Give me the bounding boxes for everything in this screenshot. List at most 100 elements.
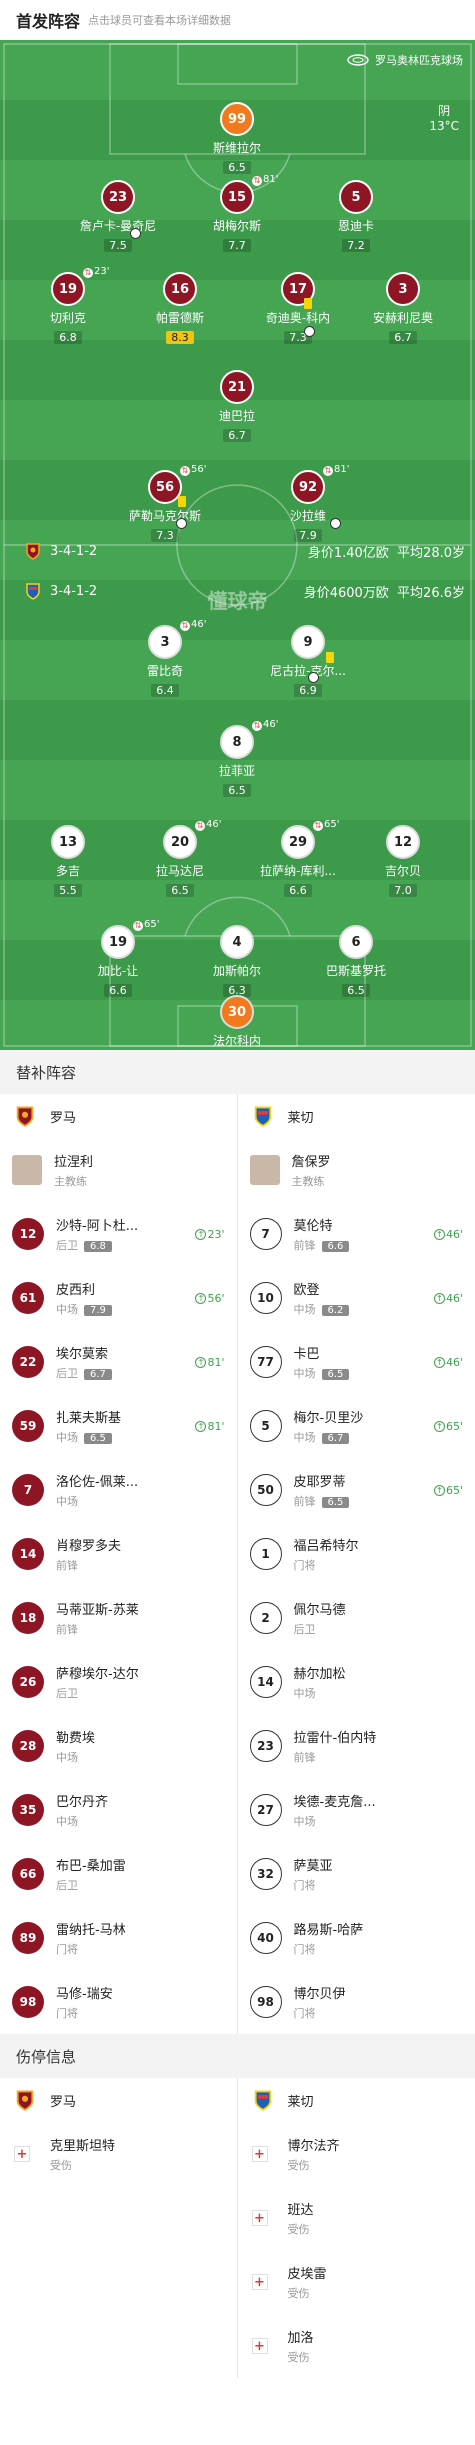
sub-player-row[interactable]: 61 皮西利 中场 7.9 ↑ 56' [0, 1266, 237, 1330]
player-rating: 6.6 [104, 984, 132, 997]
lecce-logo-icon [26, 583, 40, 600]
home-player[interactable]: 16 帕雷德斯 8.3 [125, 272, 235, 345]
sub-player-row[interactable]: 22 埃尔莫索 后卫 6.7 ↑ 81' [0, 1330, 237, 1394]
injury-teams-header: 罗马 莱切 [0, 2078, 475, 2122]
away-player[interactable]: 8 拉菲亚 6.5 ⇅ 46' [182, 719, 292, 798]
player-rating: 6.5 [223, 784, 251, 797]
home-player[interactable]: 15 胡梅尔斯 7.7 ⇅ 81' [182, 174, 292, 253]
substitution-time: ⇅ 81' [252, 174, 278, 186]
player-position: 门将 [294, 2005, 346, 2021]
away-coach[interactable]: 詹保罗 主教练 [238, 1138, 475, 1202]
home-coach[interactable]: 拉涅利 主教练 [0, 1138, 237, 1202]
sub-player-row[interactable]: 40 路易斯-哈萨 门将 [238, 1906, 475, 1970]
injury-row[interactable]: + 克里斯坦特 受伤 [0, 2122, 237, 2186]
sub-player-row[interactable]: 77 卡巴 中场 6.5 ↑ 46' [238, 1330, 475, 1394]
home-player[interactable]: 92 沙拉维 7.9 ⇅ 81' [253, 464, 363, 543]
player-number: 3 [148, 625, 182, 659]
player-name: 切利克 [49, 311, 86, 325]
sub-player-row[interactable]: 7 洛伦佐-佩莱... 中场 [0, 1458, 237, 1522]
home-player[interactable]: 17 奇迪奥-科内 7.3 [243, 272, 353, 345]
away-player[interactable]: 19 加比-让 6.6 ⇅ 65' [63, 919, 173, 998]
substitution-in: ↑ 81' [195, 1355, 225, 1369]
player-rating: 7.5 [104, 239, 132, 252]
sub-player-row[interactable]: 28 勒费埃 中场 [0, 1714, 237, 1778]
home-player[interactable]: 21 迪巴拉 6.7 [182, 370, 292, 443]
sub-player-row[interactable]: 66 布巴-桑加雷 后卫 [0, 1842, 237, 1906]
injury-row[interactable]: + 博尔法齐 受伤 [238, 2122, 475, 2186]
home-player[interactable]: 3 安赫利尼奥 6.7 [348, 272, 458, 345]
injury-status: 受伤 [287, 2351, 310, 2364]
away-player[interactable]: 20 拉马达尼 6.5 ⇅ 46' [125, 819, 235, 898]
player-name: 路易斯-哈萨 [293, 1923, 364, 1938]
sub-player-row[interactable]: 7 莫伦特 前锋 6.6 ↑ 46' [238, 1202, 475, 1266]
injury-row[interactable]: + 皮埃雷 受伤 [238, 2250, 475, 2314]
player-position: 后卫 [294, 1621, 346, 1637]
away-value-age: 身价4600万欧 平均26.6岁 [304, 582, 465, 601]
away-player[interactable]: 3 雷比奇 6.4 ⇅ 46' [110, 619, 220, 698]
sub-player-row[interactable]: 98 马修-瑞安 门将 [0, 1970, 237, 2034]
sub-player-row[interactable]: 23 拉雷什-伯内特 前锋 [238, 1714, 475, 1778]
sub-minute: 65' [324, 819, 340, 830]
sub-player-row[interactable]: 12 沙特-阿卜杜... 后卫 6.8 ↑ 23' [0, 1202, 237, 1266]
position-label: 门将 [56, 2007, 78, 2020]
sub-player-row[interactable]: 14 肖穆罗多夫 前锋 [0, 1522, 237, 1586]
sub-player-row[interactable]: 59 扎莱夫斯基 中场 6.5 ↑ 81' [0, 1394, 237, 1458]
lineup-title: 首发阵容 [16, 12, 81, 31]
home-player[interactable]: 99 斯维拉尔 6.5 [182, 102, 292, 175]
player-number: 30 [220, 995, 254, 1029]
injury-row[interactable]: + 加洛 受伤 [238, 2314, 475, 2378]
sub-player-row[interactable]: 98 博尔贝伊 门将 [238, 1970, 475, 2034]
away-player[interactable]: 6 巴斯基罗托 6.5 [301, 925, 411, 998]
coach-avatar [12, 1155, 42, 1185]
away-team-header[interactable]: 莱切 [238, 1094, 475, 1138]
player-name: 埃德-麦克詹... [293, 1795, 376, 1810]
away-player[interactable]: 12 吉尔贝 7.0 [348, 825, 458, 898]
home-player[interactable]: 23 詹卢卡-曼奇尼 7.5 [63, 180, 173, 253]
away-formation: 3-4-1-2 [50, 583, 98, 599]
sub-player-row[interactable]: 14 赫尔加松 中场 [238, 1650, 475, 1714]
sub-player-row[interactable]: 50 皮耶罗蒂 前锋 6.5 ↑ 65' [238, 1458, 475, 1522]
away-player[interactable]: 4 加斯帕尔 6.3 [182, 925, 292, 998]
away-team-header[interactable]: 莱切 [238, 2078, 475, 2122]
sub-minute: 46' [445, 1227, 463, 1241]
home-player[interactable]: 19 切利克 6.8 ⇅ 23' [13, 266, 123, 345]
weather-temp: 13°C [429, 119, 459, 133]
lecce-logo-icon [254, 2090, 271, 2111]
sub-player-row[interactable]: 1 福吕希特尔 门将 [238, 1522, 475, 1586]
player-info: 沙特-阿卜杜... 后卫 6.8 [56, 1215, 138, 1253]
yellow-card-icon [178, 496, 186, 507]
player-position: 门将 [294, 1877, 333, 1893]
sub-player-row[interactable]: 5 梅尔-贝里沙 中场 6.7 ↑ 65' [238, 1394, 475, 1458]
sub-player-row[interactable]: 27 埃德-麦克詹... 中场 [238, 1778, 475, 1842]
sub-player-row[interactable]: 18 马蒂亚斯-苏莱 前锋 [0, 1586, 237, 1650]
home-team-header[interactable]: 罗马 [0, 1094, 237, 1138]
away-player[interactable]: 13 多吉 5.5 [13, 825, 123, 898]
substitution-in: ↑ 81' [195, 1420, 225, 1433]
home-player[interactable]: 5 恩迪卡 7.2 [301, 180, 411, 253]
position-label: 中场 [293, 1303, 316, 1316]
sub-minute: 81' [207, 1355, 225, 1369]
home-team-header[interactable]: 罗马 [0, 2078, 237, 2122]
position-label: 中场 [56, 1495, 78, 1508]
player-rating: 6.7 [389, 331, 417, 344]
player-name: 福吕希特尔 [293, 1539, 359, 1554]
yellow-card-icon [304, 298, 312, 309]
away-player[interactable]: 29 拉萨纳-库利... 6.6 ⇅ 65' [243, 819, 353, 898]
player-info: 博尔法齐 受伤 [288, 2135, 340, 2173]
away-player[interactable]: 30法尔科内6.0 [182, 995, 292, 1050]
substitution-time: ⇅ 81' [323, 464, 349, 476]
sub-player-row[interactable]: 32 萨莫亚 门将 [238, 1842, 475, 1906]
away-player[interactable]: 9 尼古拉-克尔... 6.9 [253, 625, 363, 698]
home-player[interactable]: 56 萨勒马克尔斯 7.3 ⇅ 56' [110, 464, 220, 543]
sub-in-icon: ↑ [195, 1420, 207, 1432]
sub-player-row[interactable]: 89 雷纳托-马林 门将 [0, 1906, 237, 1970]
injury-row[interactable]: + 班达 受伤 [238, 2186, 475, 2250]
sub-player-row[interactable]: 2 佩尔马德 后卫 [238, 1586, 475, 1650]
player-info: 埃尔莫索 后卫 6.7 [56, 1343, 112, 1381]
sub-player-row[interactable]: 10 欧登 中场 6.2 ↑ 46' [238, 1266, 475, 1330]
sub-player-row[interactable]: 26 萨穆埃尔-达尔 后卫 [0, 1650, 237, 1714]
player-info: 雷纳托-马林 门将 [56, 1919, 126, 1957]
sub-player-row[interactable]: 35 巴尔丹齐 中场 [0, 1778, 237, 1842]
player-info: 梅尔-贝里沙 中场 6.7 [294, 1407, 363, 1445]
player-number: 10 [249, 1282, 282, 1314]
